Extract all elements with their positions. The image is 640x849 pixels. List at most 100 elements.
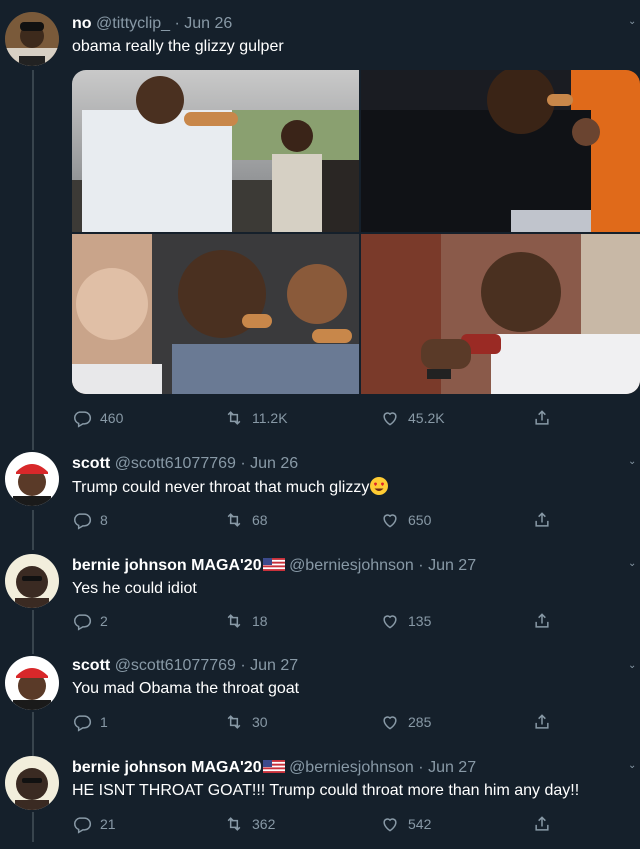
like-icon	[383, 615, 397, 629]
reply-icon	[74, 817, 92, 834]
retweet-count: 18	[252, 613, 268, 629]
tweet-text: Yes he could idiot	[72, 580, 197, 597]
share-button[interactable]	[532, 510, 552, 530]
tweet-actions: 21 362 542	[72, 814, 632, 836]
like-count: 650	[408, 512, 432, 528]
share-icon	[535, 714, 549, 729]
retweet-button[interactable]: 30	[224, 712, 268, 732]
tweet-date[interactable]: Jun 27	[428, 557, 476, 574]
avatar[interactable]	[5, 554, 59, 608]
reply-button[interactable]: 8	[72, 510, 108, 530]
retweet-button[interactable]: 362	[224, 814, 275, 834]
thread-line	[32, 510, 34, 550]
reply-button[interactable]: 2	[72, 611, 108, 631]
tweet-actions: 460 11.2K 45.2K	[72, 408, 632, 430]
user-handle[interactable]: @scott61077769	[115, 455, 236, 472]
tweet-text: Trump could never throat that much glizz…	[72, 479, 370, 496]
like-button[interactable]: 45.2K	[380, 408, 445, 428]
reply-count: 2	[100, 613, 108, 629]
display-name[interactable]: bernie johnson MAGA'20	[72, 557, 262, 574]
reply-button[interactable]: 1	[72, 712, 108, 732]
reply-icon	[74, 614, 92, 631]
share-button[interactable]	[532, 408, 552, 428]
like-button[interactable]: 135	[380, 611, 431, 631]
us-flag-icon	[262, 558, 285, 571]
photo-4[interactable]	[361, 234, 640, 394]
tweet-text: HE ISNT THROAT GOAT!!! Trump could throa…	[72, 782, 580, 799]
display-name[interactable]: scott	[72, 455, 110, 472]
tweet-date[interactable]: Jun 26	[250, 455, 298, 472]
avatar[interactable]	[5, 12, 59, 66]
retweet-count: 11.2K	[252, 410, 288, 426]
thread-line	[32, 712, 34, 756]
tweet-text: obama really the glizzy gulper	[72, 38, 284, 55]
user-handle[interactable]: @scott61077769	[115, 657, 236, 674]
avatar[interactable]	[5, 656, 59, 710]
retweet-count: 30	[252, 714, 268, 730]
share-icon	[535, 410, 549, 425]
retweet-button[interactable]: 11.2K	[224, 408, 288, 428]
separator-dot: ·	[418, 557, 424, 574]
separator-dot: ·	[240, 455, 246, 472]
reply-count: 1	[100, 714, 108, 730]
photo-1[interactable]	[72, 70, 359, 232]
reply-count: 460	[100, 410, 124, 426]
retweet-button[interactable]: 18	[224, 611, 268, 631]
photo-3[interactable]	[72, 234, 359, 394]
more-chevron-icon[interactable]: ⌄	[628, 660, 638, 671]
tweet-date[interactable]: Jun 26	[184, 15, 232, 32]
retweet-button[interactable]: 68	[224, 510, 268, 530]
thread-line	[32, 812, 34, 842]
share-button[interactable]	[532, 611, 552, 631]
tweet-actions: 1 30 285	[72, 712, 632, 734]
photo-2[interactable]	[361, 70, 640, 232]
tweet-actions: 2 18 135	[72, 611, 632, 633]
more-chevron-icon[interactable]: ⌄	[628, 558, 638, 569]
separator-dot: ·	[418, 759, 424, 776]
thread-line	[32, 70, 34, 450]
share-icon	[535, 512, 549, 527]
like-button[interactable]: 285	[380, 712, 431, 732]
tweet-date[interactable]: Jun 27	[428, 759, 476, 776]
retweet-icon	[227, 817, 241, 831]
display-name[interactable]: scott	[72, 657, 110, 674]
user-handle[interactable]: @berniesjohnson	[289, 759, 414, 776]
thread-line	[32, 610, 34, 654]
like-button[interactable]: 650	[380, 510, 431, 530]
display-name[interactable]: no	[72, 15, 92, 32]
tweet-date[interactable]: Jun 27	[250, 657, 298, 674]
user-handle[interactable]: @tittyclip_	[96, 15, 170, 32]
reply-count: 21	[100, 816, 116, 832]
retweet-icon	[227, 614, 241, 628]
share-button[interactable]	[532, 814, 552, 834]
more-chevron-icon[interactable]: ⌄	[628, 456, 638, 467]
retweet-count: 68	[252, 512, 268, 528]
tweet-actions: 8 68 650	[72, 510, 632, 532]
separator-dot: ·	[174, 15, 180, 32]
tweet-text-wrap: Trump could never throat that much glizz…	[72, 476, 632, 499]
more-chevron-icon[interactable]: ⌄	[628, 760, 638, 771]
heart-eyes-emoji	[370, 477, 389, 495]
separator-dot: ·	[240, 657, 246, 674]
like-count: 285	[408, 714, 432, 730]
more-chevron-icon[interactable]: ⌄	[628, 16, 638, 27]
tweet-text: You mad Obama the throat goat	[72, 680, 300, 697]
avatar[interactable]	[5, 756, 59, 810]
like-icon	[383, 412, 397, 426]
display-name[interactable]: bernie johnson MAGA'20	[72, 759, 262, 776]
like-count: 135	[408, 613, 432, 629]
reply-icon	[74, 715, 92, 732]
like-button[interactable]: 542	[380, 814, 431, 834]
reply-icon	[74, 411, 92, 428]
retweet-count: 362	[252, 816, 276, 832]
reply-button[interactable]: 21	[72, 814, 116, 834]
avatar[interactable]	[5, 452, 59, 506]
share-icon	[535, 613, 549, 628]
reply-button[interactable]: 460	[72, 408, 123, 428]
retweet-icon	[227, 513, 241, 527]
share-button[interactable]	[532, 712, 552, 732]
tweet-media-grid	[72, 70, 640, 394]
like-icon	[383, 818, 397, 832]
like-count: 542	[408, 816, 432, 832]
user-handle[interactable]: @berniesjohnson	[289, 557, 414, 574]
